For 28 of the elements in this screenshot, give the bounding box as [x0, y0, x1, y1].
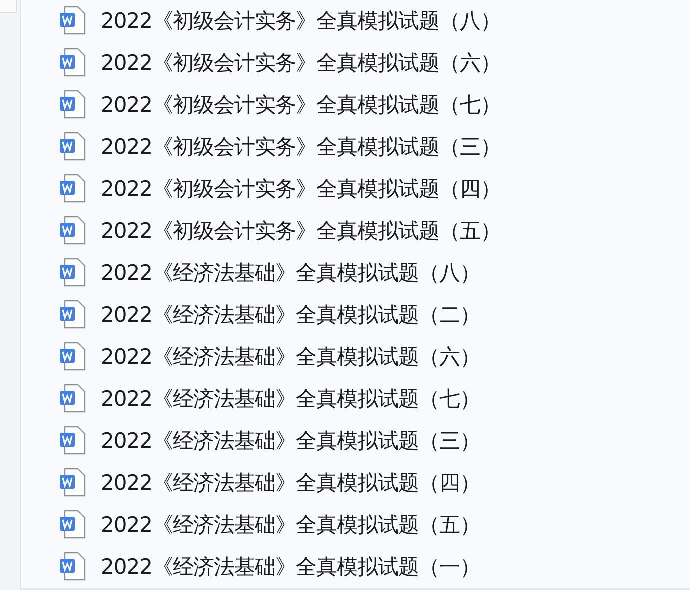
file-name[interactable]: 2022《经济法基础》全真模拟试题（二） — [101, 301, 480, 329]
file-name[interactable]: 2022《经济法基础》全真模拟试题（八） — [101, 259, 480, 287]
file-name[interactable]: 2022《经济法基础》全真模拟试题（一） — [101, 553, 480, 581]
file-name[interactable]: 2022《初级会计实务》全真模拟试题（六） — [101, 49, 501, 77]
word-document-icon — [59, 6, 87, 36]
word-document-icon — [59, 468, 87, 498]
file-name[interactable]: 2022《经济法基础》全真模拟试题（七） — [101, 385, 480, 413]
word-document-icon — [59, 342, 87, 372]
file-name[interactable]: 2022《初级会计实务》全真模拟试题（五） — [101, 217, 501, 245]
word-document-icon — [59, 48, 87, 78]
word-document-icon — [59, 384, 87, 414]
word-document-icon — [59, 426, 87, 456]
word-document-icon — [59, 174, 87, 204]
word-document-icon — [59, 132, 87, 162]
word-document-icon — [59, 216, 87, 246]
file-name[interactable]: 2022《初级会计实务》全真模拟试题（八） — [101, 7, 501, 35]
file-name[interactable]: 2022《经济法基础》全真模拟试题（四） — [101, 469, 480, 497]
word-document-icon — [59, 300, 87, 330]
word-document-icon — [59, 552, 87, 582]
file-name[interactable]: 2022《经济法基础》全真模拟试题（五） — [101, 511, 480, 539]
word-document-icon — [59, 258, 87, 288]
word-document-icon — [59, 510, 87, 540]
file-name[interactable]: 2022《经济法基础》全真模拟试题（六） — [101, 343, 480, 371]
file-name[interactable]: 2022《初级会计实务》全真模拟试题（四） — [101, 175, 501, 203]
file-name[interactable]: 2022《经济法基础》全真模拟试题（三） — [101, 427, 480, 455]
file-name[interactable]: 2022《初级会计实务》全真模拟试题（七） — [101, 91, 501, 119]
word-document-icon — [59, 90, 87, 120]
file-name[interactable]: 2022《初级会计实务》全真模拟试题（三） — [101, 133, 501, 161]
